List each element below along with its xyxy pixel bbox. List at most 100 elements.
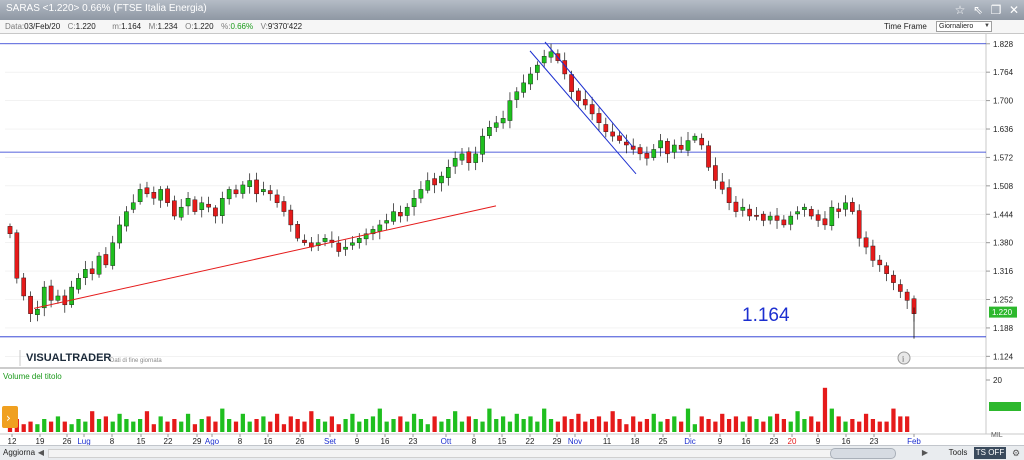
volume-bar (28, 421, 33, 432)
time-tick-label: 8 (238, 437, 243, 445)
volume-bar (453, 411, 458, 432)
candle-body (637, 147, 643, 155)
restore-icon[interactable]: ❐ (988, 2, 1004, 18)
volume-bar (55, 416, 61, 432)
volume-bar (172, 419, 177, 432)
volume-bar (425, 424, 430, 432)
volume-bar (610, 411, 615, 432)
time-scrollbar[interactable] (48, 449, 868, 458)
candle-body (103, 254, 109, 266)
volume-bar (322, 421, 328, 432)
price-tick-label: 1.316 (993, 267, 1014, 276)
volume-bar (637, 421, 643, 432)
expand-arrow-icon[interactable]: ⇖ (970, 2, 986, 18)
candle-body (96, 255, 102, 275)
time-tick-label: 18 (631, 437, 640, 445)
last-price-label: 1.220 (992, 308, 1013, 317)
volume-bar (521, 419, 526, 432)
time-tick-label: Ago (205, 437, 220, 445)
time-tick-label: 11 (603, 437, 612, 445)
volume-bar (891, 408, 896, 432)
candle-body (384, 220, 389, 224)
timeframe-label: Time Frame (884, 22, 927, 31)
time-tick-label: 23 (770, 437, 779, 445)
time-tick-label: Dic (684, 437, 696, 445)
price-chart[interactable]: 1.828 1.764 1.700 1.636 1.572 1.508 1.444 1.380… (0, 34, 1024, 445)
volume-bar (131, 421, 136, 432)
time-tick-label: 22 (164, 437, 173, 445)
candle-body (774, 215, 780, 221)
volume-value-box (989, 402, 1021, 411)
candle-body (261, 189, 266, 192)
candle-body (404, 206, 410, 216)
volume-bar (42, 419, 47, 432)
candle-body (83, 269, 88, 278)
volume-bar (836, 416, 841, 432)
volume-bar (377, 408, 382, 432)
candle-body (151, 192, 157, 199)
candle-body (295, 224, 300, 239)
volume-bar (720, 413, 725, 432)
scroll-left-icon[interactable]: ◀ (36, 448, 46, 458)
volume-bar (631, 416, 636, 432)
volume-bar (692, 424, 697, 432)
candle-body (747, 208, 752, 217)
star-icon[interactable]: ☆ (952, 2, 968, 18)
close-value: 1.220 (75, 22, 96, 31)
volume-bar (411, 413, 417, 432)
candle-body (548, 51, 554, 58)
volume-bar (185, 413, 191, 432)
close-icon[interactable]: ✕ (1006, 2, 1022, 18)
volume-bar (274, 413, 280, 432)
tools-button[interactable]: Tools (944, 447, 972, 459)
volume-bar (761, 421, 766, 432)
candle-body (254, 179, 259, 195)
ts-off-button[interactable]: TS OFF (974, 447, 1006, 459)
volume-bar (240, 413, 245, 432)
candle-body (144, 187, 150, 195)
candle-body (158, 189, 163, 201)
settings-icon[interactable]: ⚙ (1010, 447, 1022, 459)
volume-bar (336, 424, 341, 432)
watermark-logo: VISUALTRADER (26, 352, 111, 364)
volume-bar (384, 421, 389, 432)
candle-body (21, 277, 27, 297)
price-tick-label: 1.188 (993, 324, 1014, 333)
timeframe-select[interactable]: Giornaliero ▼ (936, 21, 992, 32)
scroll-right-icon[interactable]: ▶ (920, 448, 930, 458)
price-tick-label: 1.252 (993, 296, 1014, 305)
candle-body (808, 209, 814, 217)
volume-bar (747, 416, 752, 432)
volume-bar (21, 424, 26, 432)
candle-body (41, 286, 47, 309)
volume-bar (740, 421, 745, 432)
volume-bar (192, 424, 198, 432)
candle-body (76, 277, 81, 290)
time-tick-label: 16 (842, 437, 851, 445)
pct-label: %: (221, 22, 231, 31)
volume-bar (473, 419, 478, 432)
candle-body (589, 104, 595, 115)
candle-body (350, 242, 355, 246)
scrollbar-thumb[interactable] (830, 448, 896, 459)
candle-body (719, 181, 725, 190)
volume-bar (247, 421, 252, 432)
candle-body (815, 214, 821, 221)
volume-bar (535, 421, 540, 432)
candle-body (740, 206, 746, 211)
volume-bar (151, 424, 156, 432)
candle-body (630, 145, 636, 150)
candle-body (480, 135, 485, 155)
candle-body (411, 198, 417, 207)
refresh-label[interactable]: Aggiorna (3, 447, 35, 459)
volume-bar (809, 416, 814, 432)
candle-body (870, 245, 876, 261)
candle-body (137, 189, 143, 202)
pct-value: 0.66% (230, 22, 254, 31)
candle-body (678, 144, 684, 150)
volume-bar (713, 421, 718, 432)
volume-bar (179, 421, 184, 432)
candle-body (822, 218, 828, 226)
candle-body (802, 206, 807, 210)
candle-body (89, 268, 95, 274)
